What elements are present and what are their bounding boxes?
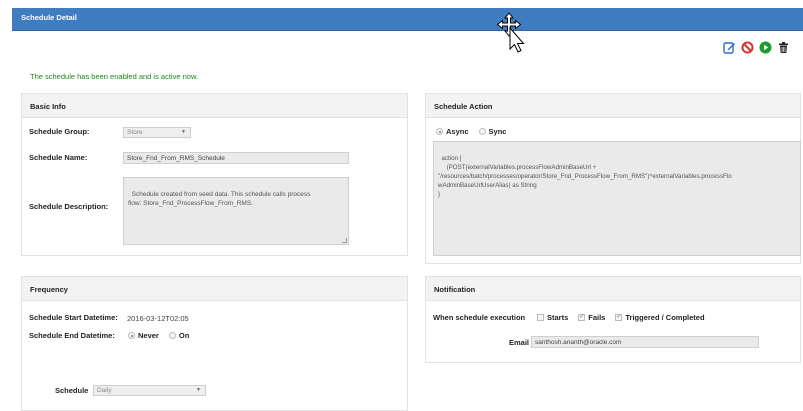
starts-label: Starts bbox=[547, 313, 569, 322]
triggered-label: Triggered / Completed bbox=[625, 313, 705, 322]
schedule-description-text: Schedule created from seed data. This sc… bbox=[128, 191, 311, 207]
schedule-name-label: Schedule Name: bbox=[29, 153, 88, 162]
panel-heading: Basic Info bbox=[22, 94, 407, 118]
never-radio[interactable] bbox=[128, 332, 135, 339]
async-radio[interactable] bbox=[436, 128, 443, 135]
sync-radio[interactable] bbox=[478, 128, 486, 135]
sync-label: Sync bbox=[488, 127, 507, 136]
action-code-field[interactable]: action { (POST(externalVariables.process… bbox=[433, 141, 801, 256]
async-label: Async bbox=[446, 127, 469, 136]
when-execution-label: When schedule execution bbox=[433, 313, 526, 322]
action-toolbar bbox=[723, 40, 790, 54]
status-message: The schedule has been enabled and is act… bbox=[30, 72, 199, 81]
panel-heading: Frequency bbox=[22, 277, 407, 301]
edit-icon[interactable] bbox=[723, 41, 736, 54]
window-title-bar: Schedule Detail bbox=[12, 8, 803, 31]
on-radio[interactable] bbox=[168, 332, 176, 339]
schedule-frequency-value: Daily bbox=[97, 387, 112, 394]
on-label: On bbox=[178, 331, 190, 340]
starts-checkbox[interactable] bbox=[537, 314, 544, 321]
start-datetime-value: 2016-03-12T02:05 bbox=[127, 314, 189, 323]
chevron-down-icon: ▼ bbox=[181, 129, 186, 135]
action-code-text: action { (POST(externalVariables.process… bbox=[438, 155, 732, 198]
schedule-description-label: Schedule Description: bbox=[29, 202, 109, 211]
async-sync-radio-group: Async Sync bbox=[436, 127, 513, 136]
never-label: Never bbox=[138, 331, 159, 340]
triggered-checkbox[interactable]: ✓ bbox=[615, 314, 623, 321]
end-datetime-label: Schedule End Datetime: bbox=[29, 331, 115, 340]
start-datetime-label: Schedule Start Datetime: bbox=[29, 313, 118, 322]
schedule-group-value: Store bbox=[127, 129, 143, 136]
email-label: Email bbox=[509, 338, 530, 347]
fails-label: Fails bbox=[588, 313, 606, 322]
email-field[interactable]: santhosh.ananth@oracle.com bbox=[531, 336, 759, 348]
schedule-group-select[interactable]: Store ▼ bbox=[123, 127, 191, 138]
schedule-frequency-label: Schedule bbox=[55, 386, 89, 395]
schedule-description-field[interactable]: Schedule created from seed data. This sc… bbox=[123, 177, 349, 245]
schedule-group-label: Schedule Group: bbox=[29, 127, 90, 136]
end-datetime-radio-group: Never On bbox=[128, 331, 196, 340]
delete-icon[interactable] bbox=[777, 41, 790, 54]
move-cursor-icon bbox=[496, 12, 525, 53]
resize-grip-icon[interactable] bbox=[342, 238, 347, 243]
page-title: Schedule Detail bbox=[21, 13, 77, 22]
disable-icon[interactable] bbox=[741, 41, 754, 54]
fails-checkbox[interactable]: ✓ bbox=[578, 314, 586, 321]
run-icon[interactable] bbox=[759, 41, 772, 54]
chevron-down-icon: ▼ bbox=[196, 387, 201, 393]
panel-heading: Notification bbox=[426, 277, 800, 301]
schedule-name-field[interactable]: Store_Fnd_From_RMS_Schedule bbox=[123, 152, 349, 164]
notify-checkbox-group: Starts ✓ Fails ✓ Triggered / Completed bbox=[537, 313, 712, 322]
schedule-frequency-select[interactable]: Daily ▼ bbox=[93, 385, 206, 396]
panel-heading: Schedule Action bbox=[426, 94, 800, 118]
